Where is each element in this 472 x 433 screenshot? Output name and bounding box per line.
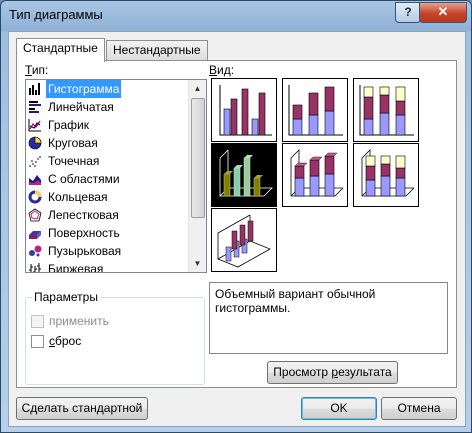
column-chart-icon [29,83,40,95]
reset-option[interactable]: сброс [31,333,81,349]
scroll-up-icon[interactable]: ▲ [189,80,206,97]
list-item-pie[interactable]: Круговая [26,134,189,152]
apply-checkbox [31,314,44,328]
list-item-column[interactable]: Гистограмма [26,80,189,98]
subtype-3d-100-stacked-column[interactable] [353,143,419,207]
options-group: Параметры применить сброс [25,290,205,385]
chart-subtype-label: Вид: [209,63,235,77]
tab-standard[interactable]: Стандартные [16,38,105,62]
title-bar[interactable]: Тип диаграммы ? ✕ [1,1,471,31]
chart-type-list[interactable]: Гистограмма Линейчатая График Круговая Т… [25,79,207,273]
stock-chart-icon [29,263,41,272]
options-group-title: Параметры [32,290,100,304]
list-item-doughnut[interactable]: Кольцевая [26,188,189,206]
bar-chart-icon [29,101,41,113]
bubble-chart-icon [29,245,42,257]
chart-type-label: Тип: [25,63,49,77]
doughnut-chart-icon [28,190,42,204]
ok-button[interactable]: OK [301,397,377,420]
dialog-window: Тип диаграммы ? ✕ Стандартные Нестандарт… [0,0,472,433]
close-button[interactable]: ✕ [419,2,467,23]
dialog-client: Стандартные Нестандартные Тип: Гистограм… [8,31,466,427]
tab-custom[interactable]: Нестандартные [106,40,208,61]
list-item-bar[interactable]: Линейчатая [26,98,189,116]
window-title: Тип диаграммы [9,7,103,22]
help-button[interactable]: ? [395,2,421,23]
list-item-surface[interactable]: Поверхность [26,224,189,242]
radar-chart-icon [28,208,42,222]
list-item-area[interactable]: С областями [26,170,189,188]
list-item-bubble[interactable]: Пузырьковая [26,242,189,260]
line-chart-icon [28,119,41,132]
tab-panel-standard: Тип: Гистограмма Линейчатая График Круго… [16,60,457,388]
list-item-scatter[interactable]: Точечная [26,152,189,170]
cancel-button[interactable]: Отмена [381,397,457,420]
preview-button[interactable]: Просмотр результата [267,361,398,384]
subtype-clustered-column[interactable] [211,78,277,142]
description-text: Объемный вариант обычной гистограммы. [215,287,376,315]
pie-chart-icon [28,136,42,150]
apply-option: применить [31,313,109,329]
chart-type-scrollbar[interactable]: ▲ ▼ [188,80,206,272]
subtype-stacked-column[interactable] [282,78,348,142]
make-default-button[interactable]: Сделать стандартной [16,397,148,420]
area-chart-icon [29,175,41,185]
scatter-chart-icon [29,156,41,167]
list-item-radar[interactable]: Лепестковая [26,206,189,224]
subtype-3d-stacked-column[interactable] [282,143,348,207]
apply-label: применить [49,314,109,328]
list-item-stock[interactable]: Биржевая [26,260,189,272]
subtype-description: Объемный вариант обычной гистограммы. [209,282,448,354]
list-item-line[interactable]: График [26,116,189,134]
subtype-100-stacked-column[interactable] [353,78,419,142]
reset-label: сброс [49,334,82,348]
scroll-down-icon[interactable]: ▼ [189,255,206,272]
scrollbar-thumb[interactable] [191,98,205,218]
subtype-3d-column[interactable] [211,208,277,272]
subtype-3d-clustered-column[interactable] [211,143,277,207]
surface-chart-icon [29,231,41,239]
reset-checkbox[interactable] [31,334,44,348]
